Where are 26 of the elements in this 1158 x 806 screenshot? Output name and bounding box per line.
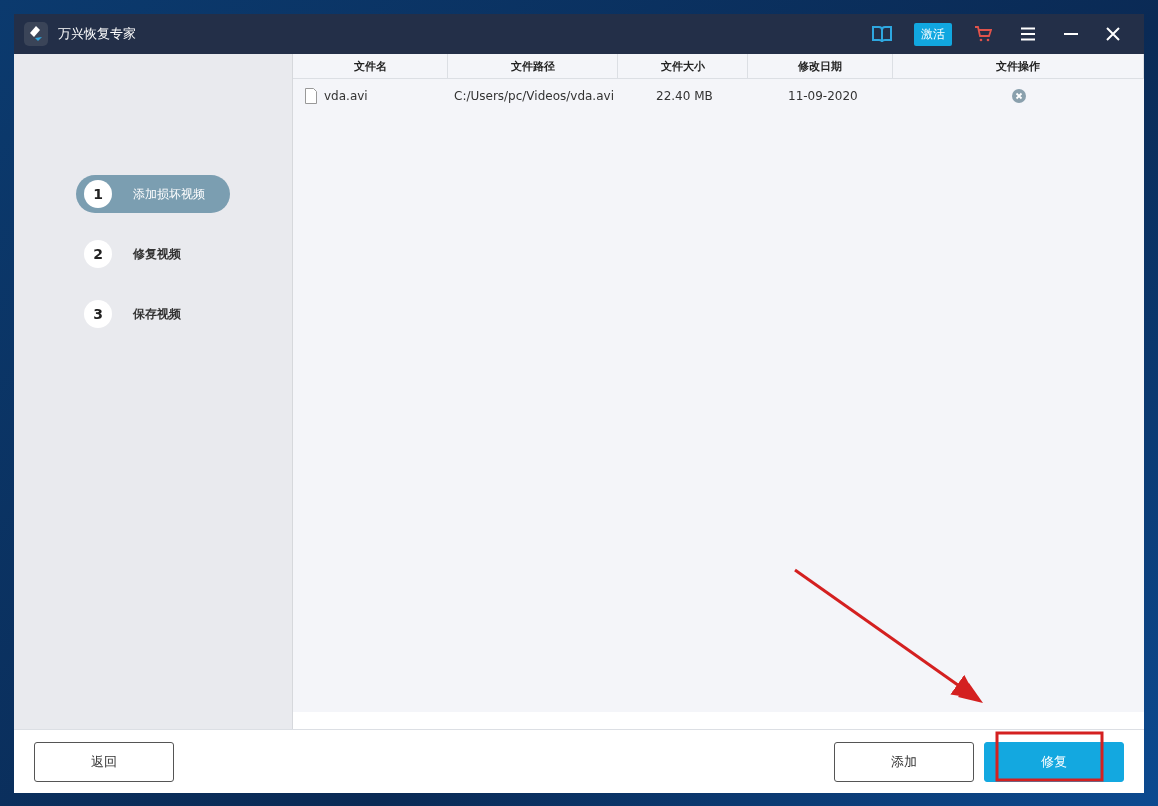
step-item[interactable]: 3 保存视频	[76, 295, 230, 333]
step-number: 3	[84, 300, 112, 328]
step-item[interactable]: 2 修复视频	[76, 235, 230, 273]
table-cell-text: C:/Users/pc/Videos/vda.avi	[453, 89, 615, 103]
cart-icon[interactable]	[974, 26, 992, 42]
step-item[interactable]: 1 添加损坏视频	[76, 175, 230, 213]
column-header: 修改日期	[748, 54, 893, 78]
step-number: 2	[84, 240, 112, 268]
book-icon[interactable]	[872, 25, 892, 43]
step-number: 1	[84, 180, 112, 208]
back-button[interactable]: 返回	[34, 741, 174, 782]
remove-icon[interactable]	[1011, 89, 1026, 103]
menu-icon[interactable]	[1020, 27, 1036, 41]
column-header: 文件路径	[448, 54, 618, 78]
close-icon[interactable]	[1106, 27, 1120, 41]
table-cell: vda.avi	[324, 89, 368, 103]
file-icon	[305, 88, 317, 104]
minimize-icon[interactable]	[1064, 32, 1078, 36]
table-cell-text: 22.40 MB	[655, 89, 714, 103]
app-logo-icon	[24, 22, 48, 46]
column-header: 文件操作	[893, 54, 1144, 78]
window-title: 万兴恢复专家	[58, 25, 136, 43]
table-cell-text: 11-09-2020	[787, 89, 859, 103]
column-header: 文件名	[293, 54, 448, 78]
column-header: 文件大小	[618, 54, 748, 78]
add-button[interactable]: 添加	[834, 741, 974, 782]
